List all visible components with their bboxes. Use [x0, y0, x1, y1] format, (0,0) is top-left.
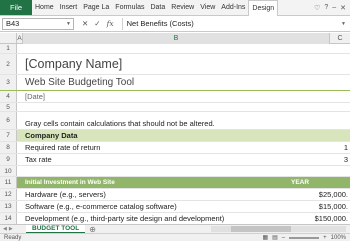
horizontal-scrollbar[interactable] — [211, 226, 346, 232]
row-header[interactable]: 5 — [0, 103, 17, 111]
file-tab[interactable]: File — [0, 0, 32, 15]
page-layout-view-icon[interactable]: ▤ — [272, 234, 278, 241]
expand-formula-bar-icon[interactable]: ▼ — [341, 21, 350, 27]
hardware-value[interactable]: $25,000. — [300, 189, 350, 200]
column-header-b[interactable]: B — [23, 33, 330, 44]
development-label[interactable]: Development (e.g., third-party site desi… — [25, 213, 295, 224]
row-header[interactable]: 10 — [0, 166, 17, 176]
row-header[interactable]: 1 — [0, 44, 17, 53]
formula-input[interactable]: Net Benefits (Costs) — [121, 17, 341, 30]
software-value[interactable]: $15,000. — [300, 201, 350, 212]
name-box-value: B43 — [6, 19, 20, 28]
row-header[interactable]: 3 — [0, 75, 17, 90]
table-row: 5 — [0, 103, 350, 112]
row-header[interactable]: 13 — [0, 201, 17, 212]
title-cell[interactable]: Web Site Budgeting Tool — [25, 75, 330, 90]
tab-home[interactable]: Home — [32, 0, 57, 16]
table-row: 13 Software (e.g., e-commerce catalog so… — [0, 201, 350, 213]
help-icon[interactable]: ? — [324, 4, 328, 11]
tab-page-layout[interactable]: Page La — [80, 0, 112, 16]
chevron-down-icon[interactable]: ▼ — [66, 21, 73, 27]
software-label[interactable]: Software (e.g., e-commerce catalog softw… — [25, 201, 330, 212]
row-header[interactable]: 14 — [0, 213, 17, 224]
table-row: 2 [Company Name] — [0, 54, 350, 75]
column-header-row: A B C — [0, 33, 350, 44]
tab-review[interactable]: Review — [168, 0, 197, 16]
tab-insert[interactable]: Insert — [57, 0, 81, 16]
column-header-c[interactable]: C — [330, 33, 350, 44]
row-header[interactable]: 9 — [0, 154, 17, 165]
zoom-level[interactable]: 100% — [331, 235, 346, 241]
scrollbar-thumb[interactable] — [231, 226, 291, 232]
row-header[interactable]: 12 — [0, 189, 17, 200]
table-row: 3 Web Site Budgeting Tool — [0, 75, 350, 91]
hardware-label[interactable]: Hardware (e.g., servers) — [25, 189, 330, 200]
formula-bar: B43 ▼ ✕ ✓ fx Net Benefits (Costs) ▼ — [0, 16, 350, 32]
row-header[interactable]: 2 — [0, 54, 17, 74]
table-row: 8 Required rate of return 1 — [0, 142, 350, 154]
table-row: 4 [Date] — [0, 91, 350, 103]
sheet-tab-bar: ◀ ▶ BUDGET TOOL ⊕ — [0, 224, 350, 234]
row-header[interactable]: 8 — [0, 142, 17, 153]
table-row: 9 Tax rate 3 — [0, 154, 350, 166]
zoom-in-icon[interactable]: + — [323, 235, 327, 241]
required-rate-label[interactable]: Required rate of return — [25, 142, 330, 153]
scroll-left-icon[interactable]: ◀ — [3, 226, 7, 232]
heart-icon[interactable]: ♡ — [314, 4, 320, 12]
table-row: 7 Company Data — [0, 130, 350, 142]
scroll-right-icon[interactable]: ▶ — [9, 226, 13, 232]
date-cell[interactable]: [Date] — [25, 91, 330, 102]
status-ready: Ready — [4, 234, 22, 241]
required-rate-value[interactable]: 1 — [300, 142, 350, 153]
ribbon-tab-bar: File Home Insert Page La Formulas Data R… — [0, 0, 350, 16]
status-bar: Ready ▦ ▤ – + 100% — [0, 233, 350, 241]
table-row: 6 Gray cells contain calculations that s… — [0, 112, 350, 130]
tab-data[interactable]: Data — [147, 0, 168, 16]
tab-view[interactable]: View — [197, 0, 218, 16]
row-header[interactable]: 6 — [0, 112, 17, 129]
cancel-icon[interactable]: ✕ — [82, 19, 88, 28]
enter-icon[interactable]: ✓ — [94, 19, 100, 28]
table-row: 1 — [0, 44, 350, 54]
development-value[interactable]: $150,000. — [300, 213, 350, 224]
zoom-out-icon[interactable]: – — [282, 235, 285, 241]
year-header[interactable]: YEAR — [291, 177, 341, 188]
table-row: 12 Hardware (e.g., servers) $25,000. — [0, 189, 350, 201]
company-name-cell[interactable]: [Company Name] — [25, 54, 330, 74]
normal-view-icon[interactable]: ▦ — [262, 234, 268, 241]
close-icon[interactable]: ✕ — [340, 4, 346, 12]
section-header-investment[interactable]: Initial Investment in Web Site — [25, 177, 330, 188]
tab-formulas[interactable]: Formulas — [112, 0, 147, 16]
insert-function-icon[interactable]: fx — [107, 19, 114, 28]
table-row: 14 Development (e.g., third-party site d… — [0, 213, 350, 224]
zoom-slider[interactable] — [289, 236, 320, 239]
section-header-company-data[interactable]: Company Data — [25, 130, 330, 141]
row-header[interactable]: 4 — [0, 91, 17, 102]
table-row: 11 Initial Investment in Web Site YEAR — [0, 177, 350, 189]
tab-design[interactable]: Design — [248, 0, 279, 16]
tab-add-ins[interactable]: Add-Ins — [218, 0, 248, 16]
row-header[interactable]: 7 — [0, 130, 17, 141]
select-all-corner[interactable] — [0, 33, 17, 44]
tax-rate-label[interactable]: Tax rate — [25, 154, 330, 165]
name-box[interactable]: B43 ▼ — [2, 17, 74, 30]
row-header[interactable]: 11 — [0, 177, 17, 188]
minimize-ribbon-icon[interactable]: – — [332, 4, 336, 11]
instruction-note[interactable]: Gray cells contain calculations that sho… — [25, 112, 330, 129]
tax-rate-value[interactable]: 3 — [300, 154, 350, 165]
table-row: 10 — [0, 166, 350, 177]
worksheet-grid: 1 2 [Company Name] 3 Web Site Budgeting … — [0, 44, 350, 224]
